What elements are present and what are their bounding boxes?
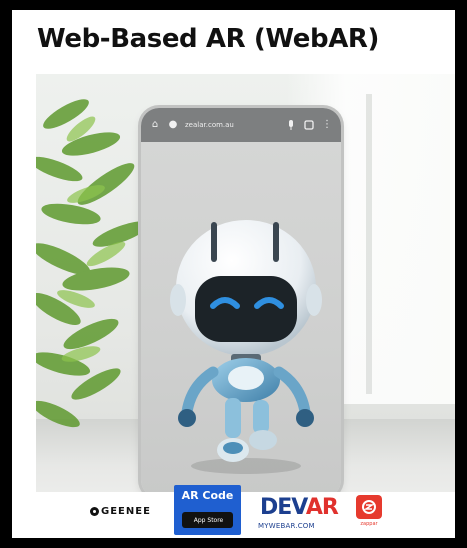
page-title: Web-Based AR (WebAR) <box>37 24 380 54</box>
microphone-icon[interactable] <box>285 119 297 131</box>
devar-wordmark: DEVAR <box>260 495 339 520</box>
browser-address-bar[interactable]: ⌂ ● zealar.com.au ⋮ <box>141 108 341 142</box>
geenee-logo[interactable]: GEENEE <box>90 506 151 517</box>
devar-logo[interactable]: DEVAR MYWEBAR.COM <box>258 495 339 534</box>
app-store-label: App Store <box>193 516 224 524</box>
zappar-label: zappar <box>360 521 378 527</box>
tabs-icon[interactable] <box>303 119 315 131</box>
url-text[interactable]: zealar.com.au <box>185 121 279 129</box>
devar-wordmark-dev: DEV <box>260 495 307 520</box>
more-vertical-icon[interactable]: ⋮ <box>321 119 333 131</box>
app-store-badge[interactable]: App Store <box>182 512 233 528</box>
home-icon[interactable]: ⌂ <box>149 119 161 131</box>
geenee-label: GEENEE <box>101 506 151 517</box>
smartphone-mockup: ⌂ ● zealar.com.au ⋮ <box>141 108 341 498</box>
zappar-icon <box>356 495 382 519</box>
geenee-mark-icon <box>90 507 99 516</box>
window-frame <box>366 94 372 394</box>
robot-3d-model <box>170 220 322 474</box>
zappar-logo[interactable]: zappar <box>356 495 384 529</box>
arcode-label: AR Code <box>181 489 234 502</box>
partner-logos: GEENEE AR Code App Store DEVAR MYWEBAR.C… <box>36 485 455 538</box>
devar-wordmark-ar: AR <box>305 495 339 520</box>
lock-icon: ● <box>168 119 178 130</box>
arcode-logo[interactable]: AR Code App Store <box>174 485 241 535</box>
slide: Web-Based AR (WebAR) ⌂ ● zealar.com.au ⋮… <box>12 10 455 538</box>
webar-photo: ⌂ ● zealar.com.au ⋮ <box>36 74 455 536</box>
devar-url: MYWEBAR.COM <box>258 522 315 530</box>
